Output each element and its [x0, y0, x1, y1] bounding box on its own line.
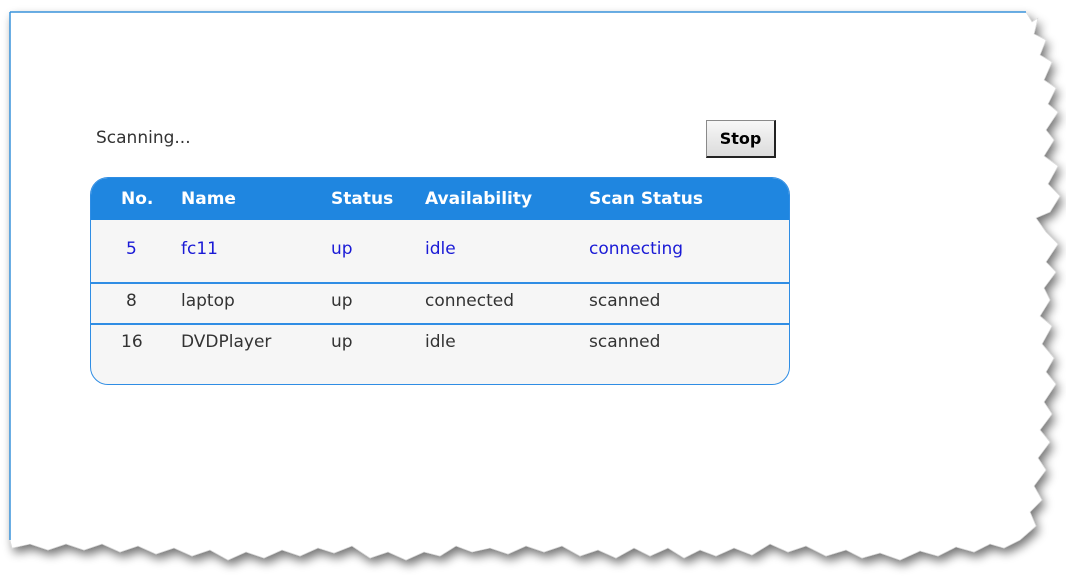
- header-availability[interactable]: Availability: [425, 189, 532, 209]
- cell-name: DVDPlayer: [181, 332, 272, 352]
- table-row[interactable]: 16 DVDPlayer up idle scanned: [91, 325, 789, 365]
- cell-name: fc11: [181, 239, 218, 259]
- header-scan-status[interactable]: Scan Status: [589, 189, 703, 209]
- cell-availability: idle: [425, 332, 456, 352]
- cell-status: up: [331, 332, 353, 352]
- cell-no: 8: [126, 291, 137, 311]
- table-row[interactable]: 8 laptop up connected scanned: [91, 284, 789, 324]
- cell-status: up: [331, 291, 353, 311]
- header-no[interactable]: No.: [121, 189, 153, 209]
- header-name[interactable]: Name: [181, 189, 236, 209]
- screen: Scanning... Stop No. Name Status Availab…: [0, 0, 1066, 576]
- device-table: No. Name Status Availability Scan Status…: [90, 177, 790, 385]
- cell-availability: connected: [425, 291, 515, 311]
- cell-status: up: [331, 239, 353, 259]
- cell-no: 16: [121, 332, 143, 352]
- cell-name: laptop: [181, 291, 235, 311]
- table-header: No. Name Status Availability Scan Status: [91, 178, 789, 220]
- scanning-status-text: Scanning...: [96, 128, 191, 148]
- table-row[interactable]: 5 fc11 up idle connecting: [91, 220, 789, 282]
- scan-panel: Scanning... Stop No. Name Status Availab…: [0, 0, 1066, 576]
- stop-button[interactable]: Stop: [706, 120, 776, 158]
- header-status[interactable]: Status: [331, 189, 393, 209]
- cell-scan-status: scanned: [589, 332, 661, 352]
- cell-scan-status: connecting: [589, 239, 684, 259]
- cell-scan-status: scanned: [589, 291, 661, 311]
- cell-no: 5: [126, 239, 137, 259]
- cell-availability: idle: [425, 239, 456, 259]
